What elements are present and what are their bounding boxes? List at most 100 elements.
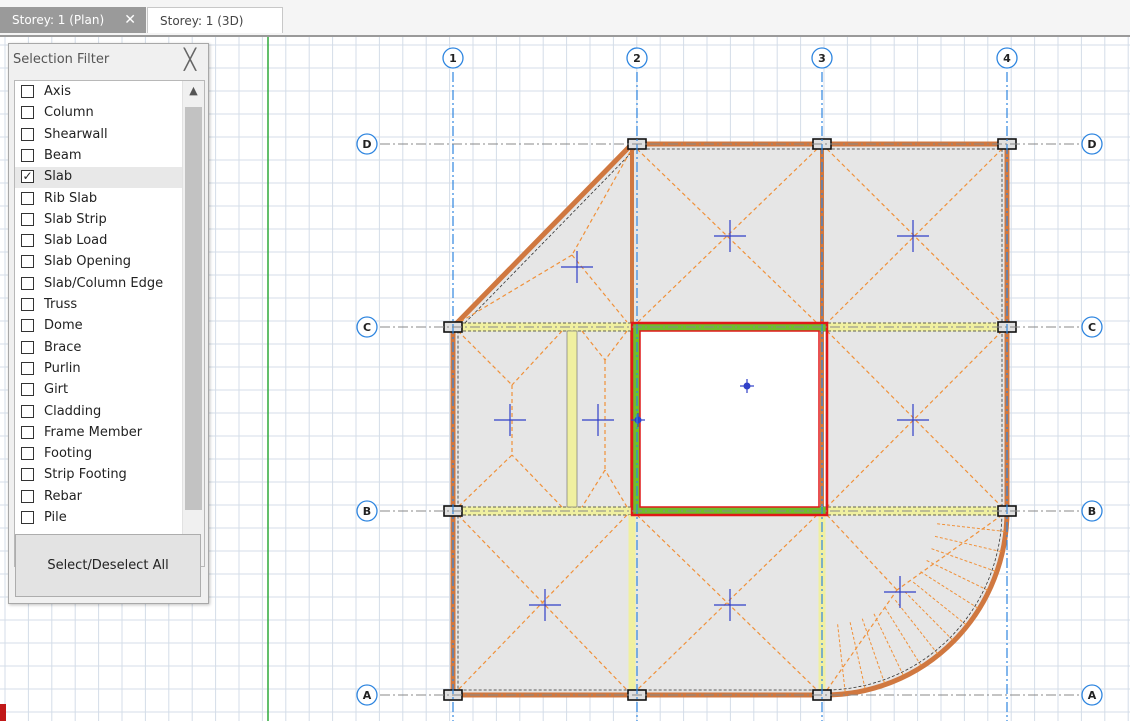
filter-item[interactable]: Slab Load xyxy=(15,231,183,252)
checkbox[interactable] xyxy=(21,340,34,354)
filter-item-label: Footing xyxy=(44,446,93,462)
tab-label: Storey: 1 (3D) xyxy=(160,14,244,28)
slab-opening xyxy=(637,327,825,511)
filter-item[interactable]: Strip Footing xyxy=(15,465,183,486)
filter-item-label: Slab xyxy=(44,169,73,185)
select-deselect-all-button[interactable]: Select/Deselect All xyxy=(15,534,201,597)
scrollbar[interactable]: ▲ ▼ xyxy=(182,81,204,566)
filter-item[interactable]: ✓ Slab xyxy=(15,167,183,189)
axis-bubble: 4 xyxy=(996,47,1018,69)
axis-bubble: B xyxy=(1081,500,1103,522)
close-icon[interactable]: ✕ xyxy=(124,7,136,33)
checkbox[interactable] xyxy=(21,511,34,524)
checkbox[interactable] xyxy=(21,383,34,397)
filter-item[interactable]: Truss xyxy=(15,295,183,316)
filter-item[interactable]: Slab Strip xyxy=(15,210,183,231)
axis-bubble: C xyxy=(1081,316,1103,338)
axis-label: 1 xyxy=(449,52,457,65)
filter-item[interactable]: Girt xyxy=(15,380,183,401)
tab-bar: Storey: 1 (Plan) ✕ Storey: 1 (3D) xyxy=(0,0,1130,37)
filter-item-label: Strip Footing xyxy=(44,467,127,483)
filter-item-label: Slab Load xyxy=(44,233,108,249)
status-indicator xyxy=(0,704,6,721)
checkbox[interactable] xyxy=(21,255,34,269)
filter-item[interactable]: Beam xyxy=(15,146,183,167)
axis-bubble: 2 xyxy=(626,47,648,69)
axis-bubble: 3 xyxy=(811,47,833,69)
axis-bubble: A xyxy=(356,684,378,706)
filter-item-label: Girt xyxy=(44,382,69,398)
filter-item-label: Pile xyxy=(44,510,67,525)
tab-label: Storey: 1 (Plan) xyxy=(12,13,105,27)
filter-item-label: Rib Slab xyxy=(44,190,98,206)
filter-list[interactable]: Axis Column Shearwall Beam ✓ Slab Rib Slab Slab… xyxy=(14,80,205,567)
filter-item-label: Frame Member xyxy=(44,424,143,440)
axis-label: B xyxy=(363,505,371,518)
axis-label: 4 xyxy=(1003,52,1011,65)
filter-item[interactable]: Dome xyxy=(15,316,183,337)
checkbox[interactable] xyxy=(21,106,34,120)
checkbox[interactable] xyxy=(21,404,34,418)
filter-item-label: Shearwall xyxy=(44,126,108,142)
filter-item-label: Cladding xyxy=(44,403,102,419)
checkbox-checked[interactable]: ✓ xyxy=(21,170,34,184)
filter-item[interactable]: Slab/Column Edge xyxy=(15,274,183,295)
filter-item-label: Truss xyxy=(44,297,78,312)
axis-bubble: D xyxy=(356,133,378,155)
axis-label: C xyxy=(1088,321,1096,334)
checkbox[interactable] xyxy=(21,191,34,205)
checkbox[interactable] xyxy=(21,489,34,503)
checkbox[interactable] xyxy=(21,212,34,226)
chevron-up-icon[interactable]: ▲ xyxy=(183,81,204,101)
filter-item[interactable]: Brace xyxy=(15,338,183,359)
axis-label: A xyxy=(363,689,372,702)
tab-storey-plan[interactable]: Storey: 1 (Plan) ✕ xyxy=(0,7,146,33)
axis-label: C xyxy=(363,321,371,334)
close-icon[interactable]: ╳ xyxy=(184,47,196,71)
axis-label: B xyxy=(1088,505,1096,518)
axis-label: 3 xyxy=(818,52,826,65)
checkbox[interactable] xyxy=(21,276,34,290)
filter-item-label: Rebar xyxy=(44,488,83,504)
filter-item[interactable]: Footing xyxy=(15,444,183,465)
axis-label: 2 xyxy=(633,52,641,65)
filter-item-label: Axis xyxy=(44,84,71,99)
axis-label: D xyxy=(362,138,371,151)
filter-item[interactable]: Pile xyxy=(15,508,183,529)
checkbox[interactable] xyxy=(21,447,34,461)
checkbox[interactable] xyxy=(21,425,34,439)
scrollbar-thumb[interactable] xyxy=(185,107,202,510)
checkbox[interactable] xyxy=(21,361,34,375)
selection-filter-panel: Selection Filter ╳ Axis Column Shearwall Be… xyxy=(8,43,209,604)
checkbox[interactable] xyxy=(21,298,34,311)
axis-label: D xyxy=(1087,138,1096,151)
panel-title: Selection Filter xyxy=(13,52,110,67)
axis-bubble: B xyxy=(356,500,378,522)
filter-item[interactable]: Slab Opening xyxy=(15,252,183,273)
filter-item-label: Slab Opening xyxy=(44,254,132,270)
checkbox[interactable] xyxy=(21,468,34,482)
filter-item[interactable]: Frame Member xyxy=(15,423,183,444)
filter-item-label: Slab/Column Edge xyxy=(44,275,164,291)
filter-item-label: Slab Strip xyxy=(44,211,107,227)
filter-item-label: Dome xyxy=(44,318,83,334)
checkbox[interactable] xyxy=(21,148,34,162)
tab-storey-3d[interactable]: Storey: 1 (3D) xyxy=(147,7,283,33)
filter-item-label: Brace xyxy=(44,339,82,355)
filter-item[interactable]: Cladding xyxy=(15,402,183,423)
axis-bubble: C xyxy=(356,316,378,338)
axis-bubble: D xyxy=(1081,133,1103,155)
checkbox[interactable] xyxy=(21,234,34,248)
checkbox[interactable] xyxy=(21,85,34,98)
checkbox[interactable] xyxy=(21,319,34,333)
checkbox[interactable] xyxy=(21,127,34,141)
filter-item[interactable]: Purlin xyxy=(15,359,183,380)
filter-item[interactable]: Rebar xyxy=(15,487,183,508)
filter-item[interactable]: Rib Slab xyxy=(15,189,183,210)
axis-bubble: A xyxy=(1081,684,1103,706)
filter-item[interactable]: Column xyxy=(15,103,183,124)
filter-item-label: Purlin xyxy=(44,360,81,376)
filter-item[interactable]: Shearwall xyxy=(15,125,183,146)
filter-item[interactable]: Axis xyxy=(15,82,183,103)
filter-item-label: Beam xyxy=(44,147,82,163)
